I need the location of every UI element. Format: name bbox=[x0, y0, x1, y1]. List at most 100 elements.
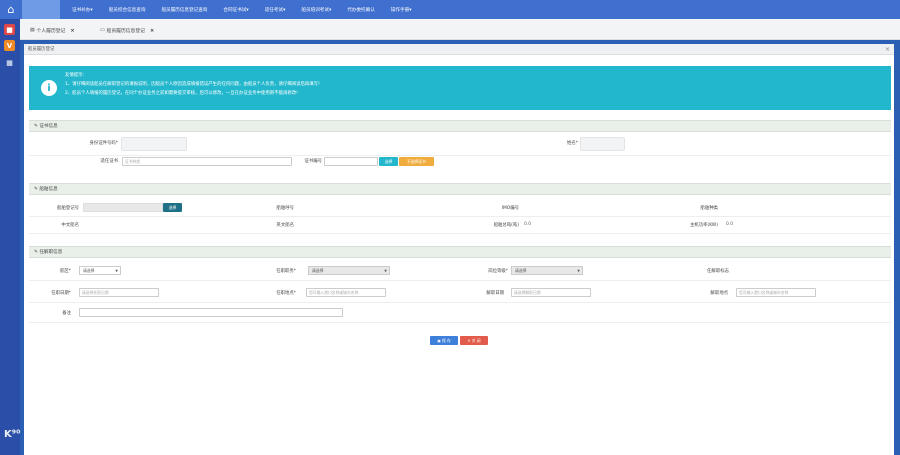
flag-icon[interactable]: ■ bbox=[4, 24, 15, 35]
close-icon[interactable]: × bbox=[70, 28, 74, 34]
tab-label: 个人履历登记 bbox=[36, 29, 66, 34]
start-date-field[interactable]: 请选择任职日期 bbox=[79, 288, 159, 297]
notice-title: 友情提示: bbox=[65, 73, 85, 78]
position-select[interactable]: 请选择 ▼ bbox=[308, 266, 390, 275]
nav-item-exam[interactable]: 适任考试▾ bbox=[257, 0, 294, 19]
nav-item-training-exam[interactable]: 船员培训考试▾ bbox=[293, 0, 339, 19]
end-place-field[interactable]: 您可输入港口名称或城市名称 bbox=[736, 288, 816, 297]
section-duty: ✎ 任解职信息 bbox=[29, 246, 891, 258]
gt-value: 0.0 bbox=[524, 222, 531, 227]
close-icon[interactable]: × bbox=[150, 28, 154, 34]
power-label: 主机功率(KW) bbox=[689, 223, 718, 228]
cert-no-label: 证书编号 bbox=[304, 159, 322, 164]
row-divider bbox=[29, 322, 891, 323]
id-label: 身份证件号码* bbox=[89, 141, 118, 146]
watermark-text: 大数跨境 bbox=[24, 429, 81, 444]
home-icon[interactable]: ⌂ bbox=[0, 0, 22, 19]
nav-item-crew-query[interactable]: 船员综合信息查询 bbox=[101, 0, 154, 19]
chevron-down-icon: ▼ bbox=[115, 268, 118, 273]
close-label: 关 闭 bbox=[471, 337, 481, 343]
remark-field[interactable] bbox=[79, 308, 343, 317]
notice-line-1: 1、请仔细阅读船员任解职登记的填报说明，因船员个人原因造成填报错误产生的任何问题… bbox=[65, 82, 320, 87]
dept-select[interactable]: 请选择 ▼ bbox=[511, 266, 583, 275]
watermark-logo: K⁹⁰ bbox=[4, 429, 21, 440]
power-value: 0.0 bbox=[726, 222, 733, 227]
left-sidebar: ■ V ▦ bbox=[0, 19, 20, 455]
ship-reg-label: 船舶登记号 bbox=[57, 206, 79, 211]
cert-type-placeholder: 证书种类 bbox=[125, 158, 141, 164]
tab-crew-resume[interactable]: ▭ 船员履历信息登记 × bbox=[100, 25, 154, 36]
end-place-placeholder: 您可输入港口名称或城市名称 bbox=[739, 289, 789, 295]
list-icon: ▤ bbox=[30, 28, 35, 33]
end-date-placeholder: 请选择解职日期 bbox=[514, 289, 541, 295]
en-name-label: 英文船名 bbox=[276, 223, 294, 228]
form-icon: ▭ bbox=[100, 28, 105, 33]
flag-label: 任解职标志 bbox=[707, 269, 729, 274]
nav-item-contract-cert[interactable]: 合同证书试▾ bbox=[215, 0, 256, 19]
cert-select-button[interactable]: 选择 bbox=[379, 157, 398, 166]
save-label: 保 存 bbox=[441, 337, 451, 343]
chevron-down-icon: ▼ bbox=[384, 268, 387, 273]
watermark: K⁹⁰ 大数跨境 bbox=[4, 425, 81, 444]
start-place-placeholder: 您可输入港口名称或城市名称 bbox=[309, 289, 359, 295]
section-ship: ✎ 船舶信息 bbox=[29, 183, 891, 195]
ship-type-label: 船舶种类 bbox=[700, 206, 718, 211]
v-icon[interactable]: V bbox=[4, 40, 15, 51]
route-value: 请选择 bbox=[83, 267, 95, 273]
ship-reg-field[interactable] bbox=[83, 203, 163, 212]
section-title: 船舶信息 bbox=[39, 187, 58, 192]
chevron-down-icon: ▼ bbox=[577, 268, 580, 273]
panel-title: 船员履历登记 bbox=[28, 47, 55, 52]
route-select[interactable]: 请选择 ▼ bbox=[79, 266, 121, 275]
imo-label: IMO编号 bbox=[501, 206, 519, 211]
nav-item-active[interactable] bbox=[22, 0, 60, 19]
notice-line-2: 2、船员个人填报的履历登记，在同个办证业务之前如需要提交审核，后可以修改，一旦在… bbox=[65, 91, 298, 96]
id-field[interactable] bbox=[121, 137, 187, 151]
cert-clear-button[interactable]: 不选择证书 bbox=[399, 157, 434, 166]
end-date-label: 解职日期 bbox=[486, 291, 504, 296]
nav-item-cert-reissue[interactable]: 证书补办▾ bbox=[64, 0, 101, 19]
cn-name-label: 中文船名 bbox=[61, 223, 79, 228]
route-label: 航区* bbox=[60, 269, 71, 274]
row-divider bbox=[29, 280, 891, 281]
cert-no-field[interactable] bbox=[324, 157, 378, 166]
name-label: 姓名* bbox=[567, 141, 578, 146]
position-label: 任职职务* bbox=[276, 269, 296, 274]
nav-item-manual[interactable]: 操作手册▾ bbox=[383, 0, 420, 19]
start-place-field[interactable]: 您可输入港口名称或城市名称 bbox=[306, 288, 386, 297]
section-title: 证书信息 bbox=[39, 124, 58, 129]
row-divider bbox=[29, 302, 891, 303]
tab-bar: ▤ 个人履历登记 × ▭ 船员履历信息登记 × bbox=[20, 19, 900, 40]
grid-icon[interactable]: ▦ bbox=[4, 57, 15, 68]
cert-type-field[interactable]: 证书种类 bbox=[122, 157, 292, 166]
callsign-label: 船舶呼号 bbox=[276, 206, 294, 211]
panel-close-icon[interactable]: × bbox=[885, 46, 890, 53]
save-button[interactable]: ▣ 保 存 bbox=[430, 336, 458, 345]
start-place-label: 任职地点* bbox=[276, 291, 296, 296]
notice-box: i 友情提示: 1、请仔细阅读船员任解职登记的填报说明，因船员个人原因造成填报错… bbox=[29, 66, 891, 110]
section-cert: ✎ 证书信息 bbox=[29, 120, 891, 132]
tab-personal-resume[interactable]: ▤ 个人履历登记 × bbox=[30, 25, 75, 36]
info-icon: i bbox=[41, 80, 57, 96]
panel-header: 船员履历登记 bbox=[24, 44, 894, 55]
gt-label: 船舶总吨(吨) bbox=[493, 223, 519, 228]
tab-label: 船员履历信息登记 bbox=[106, 29, 145, 34]
dept-label: 岗位等级* bbox=[488, 269, 508, 274]
end-place-label: 解职地点 bbox=[710, 291, 728, 296]
row-divider bbox=[29, 233, 891, 234]
row-divider bbox=[29, 155, 891, 156]
start-date-label: 任职日期* bbox=[51, 291, 71, 296]
remark-label: 备注 bbox=[62, 311, 71, 316]
close-button[interactable]: ✕ 关 闭 bbox=[460, 336, 488, 345]
ship-select-button[interactable]: 选择 bbox=[163, 203, 182, 212]
resume-panel: 船员履历登记 × i 友情提示: 1、请仔细阅读船员任解职登记的填报说明，因船员… bbox=[24, 44, 894, 455]
top-nav-bar: ⌂ 证书补办▾ 船员综合信息查询 船员履历信息登记查询 合同证书试▾ 适任考试▾… bbox=[0, 0, 900, 19]
nav-item-resume-register[interactable]: 船员履历信息登记查询 bbox=[153, 0, 215, 19]
row-divider bbox=[29, 216, 891, 217]
section-title: 任解职信息 bbox=[39, 250, 63, 255]
name-field[interactable] bbox=[580, 137, 625, 151]
nav-item-agent-confirm[interactable]: 代办委托确认 bbox=[339, 0, 383, 19]
end-date-field[interactable]: 请选择解职日期 bbox=[511, 288, 591, 297]
cert-label: 适任证书 bbox=[100, 159, 118, 164]
dept-value: 请选择 bbox=[515, 267, 527, 273]
